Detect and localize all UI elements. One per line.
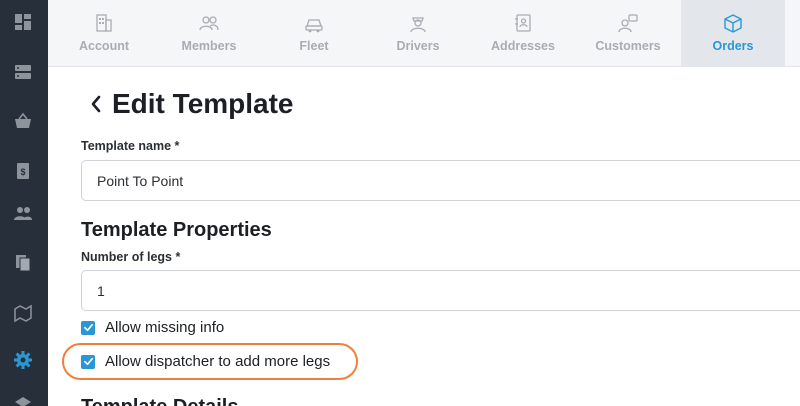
address-book-icon bbox=[515, 14, 531, 32]
allow-dispatcher-row: Allow dispatcher to add more legs bbox=[81, 353, 330, 370]
allow-dispatcher-label: Allow dispatcher to add more legs bbox=[105, 353, 331, 370]
documents-icon[interactable] bbox=[12, 252, 34, 274]
tab-label: Drivers bbox=[396, 39, 440, 53]
tab-drivers[interactable]: Drivers bbox=[366, 0, 470, 67]
template-properties-heading: Template Properties bbox=[81, 219, 272, 241]
tab-orders[interactable]: Orders bbox=[681, 0, 785, 67]
number-of-legs-input[interactable] bbox=[81, 270, 800, 311]
fleet-icon bbox=[305, 19, 323, 33]
svg-text:$: $ bbox=[20, 167, 25, 177]
page-title: Edit Template bbox=[112, 88, 294, 119]
chevron-left-icon[interactable] bbox=[88, 93, 104, 115]
tab-label: Customers bbox=[595, 39, 661, 53]
tab-label: Account bbox=[79, 39, 129, 53]
gear-icon[interactable] bbox=[12, 349, 34, 371]
tab-account[interactable]: Account bbox=[52, 0, 156, 67]
allow-missing-info-row: Allow missing info bbox=[81, 319, 224, 336]
template-name-input[interactable] bbox=[81, 160, 800, 201]
tab-addresses[interactable]: Addresses bbox=[471, 0, 575, 67]
tab-fleet[interactable]: Fleet bbox=[262, 0, 366, 67]
tab-members[interactable]: Members bbox=[157, 0, 261, 67]
members-icon bbox=[199, 16, 219, 31]
tab-label: Orders bbox=[712, 39, 754, 53]
left-sidebar: $ bbox=[0, 0, 48, 406]
map-icon[interactable] bbox=[12, 302, 34, 324]
template-name-label: Template name * bbox=[81, 139, 180, 153]
settings-tabs: Account Members Fleet Drivers Addresses … bbox=[48, 0, 800, 67]
dashboard-icon[interactable] bbox=[12, 11, 34, 33]
number-of-legs-label: Number of legs * bbox=[81, 250, 181, 264]
basket-icon[interactable] bbox=[12, 110, 34, 132]
allow-missing-info-label: Allow missing info bbox=[105, 319, 225, 336]
people-icon[interactable] bbox=[12, 202, 34, 224]
check-icon bbox=[83, 357, 93, 366]
tab-label: Members bbox=[181, 39, 237, 53]
box-icon bbox=[724, 14, 742, 33]
building-icon bbox=[96, 14, 112, 32]
driver-icon bbox=[410, 17, 426, 33]
storage-icon[interactable] bbox=[12, 61, 34, 83]
tab-label: Fleet bbox=[299, 39, 329, 53]
tab-customers[interactable]: Customers bbox=[576, 0, 680, 67]
tab-label: Addresses bbox=[491, 39, 555, 53]
allow-dispatcher-checkbox[interactable] bbox=[81, 354, 95, 369]
customers-icon bbox=[618, 14, 638, 33]
template-details-heading: Template Details bbox=[81, 396, 238, 406]
page-header: Edit Template bbox=[88, 88, 294, 120]
allow-missing-info-checkbox[interactable] bbox=[81, 320, 95, 335]
check-icon bbox=[83, 323, 93, 332]
layers-icon[interactable] bbox=[12, 394, 34, 406]
invoice-icon[interactable]: $ bbox=[12, 160, 34, 182]
